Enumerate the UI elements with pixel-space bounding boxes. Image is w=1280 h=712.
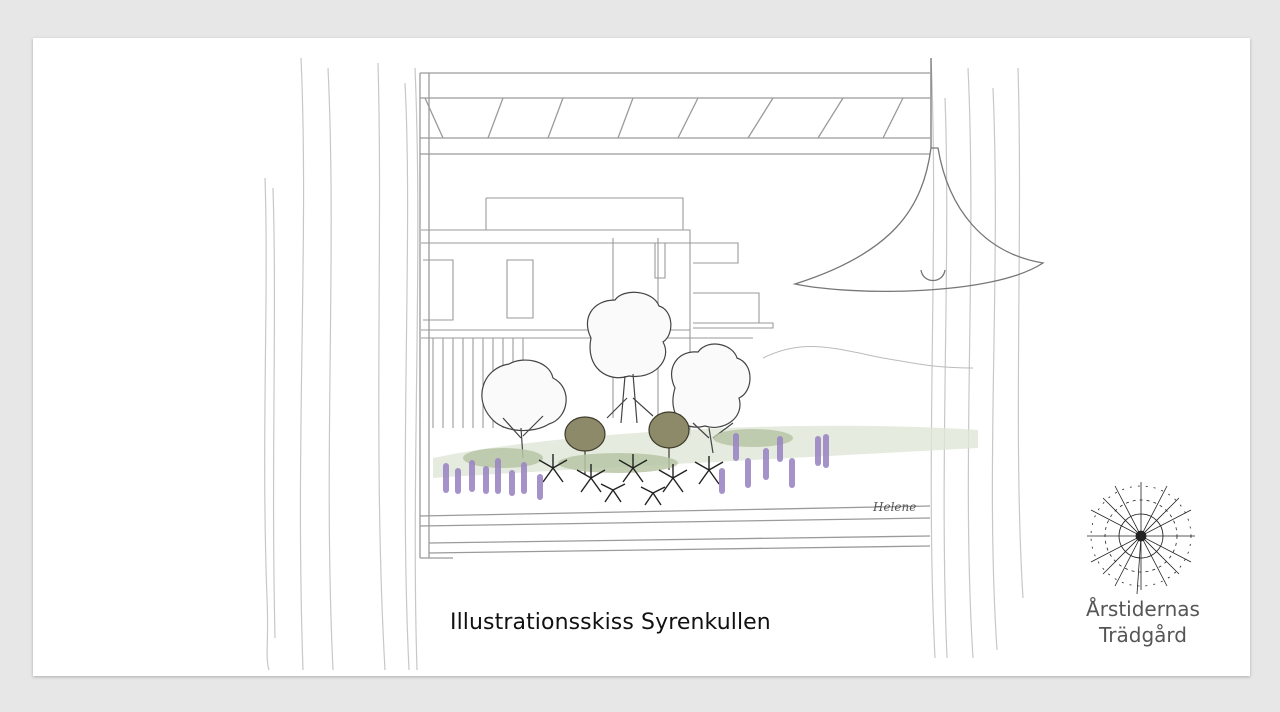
dandelion-logo-icon bbox=[1087, 482, 1195, 595]
artist-signature: Helene bbox=[873, 500, 917, 514]
brand-name-line1: Årstidernas bbox=[1086, 597, 1200, 621]
pendant-lamp bbox=[792, 58, 1045, 292]
right-curtain bbox=[930, 57, 1024, 659]
hill bbox=[762, 345, 974, 369]
brand-name-line2: Trädgård bbox=[1099, 623, 1187, 647]
left-curtain bbox=[264, 57, 419, 671]
illustration-caption: Illustrationsskiss Syrenkullen bbox=[450, 610, 771, 635]
brand-name: Årstidernas Trädgård bbox=[1063, 596, 1223, 648]
illustration-card: Helene Illustrationsskiss Syrenkullen År… bbox=[33, 38, 1250, 676]
garden-sketch bbox=[264, 57, 1045, 671]
